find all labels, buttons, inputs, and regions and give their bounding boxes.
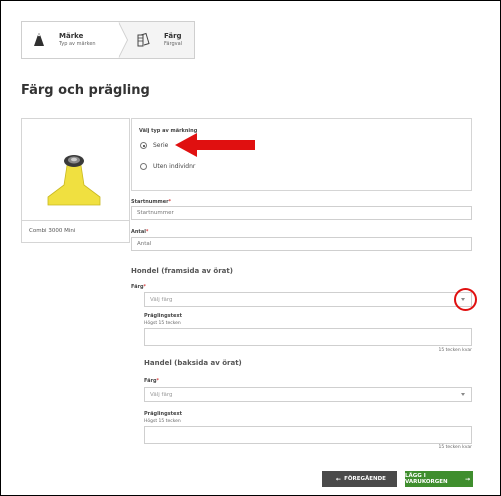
front-text-label: Präglingstext [144,313,183,319]
ear-tag-icon [34,33,44,46]
screenshot-frame: Märke Typ av märken Färg Färgval Färg oc… [0,0,501,496]
startnummer-label: Startnummer* [131,199,172,205]
select-value: Välj färg [150,297,173,303]
red-circle-annotation [454,288,477,311]
back-section-title: Handel (baksida av örat) [144,359,242,367]
product-card: Combi 3000 Mini [21,118,130,243]
arrow-left-icon: ← [336,475,342,483]
startnummer-input[interactable] [131,206,472,220]
red-arrow-annotation [175,133,255,157]
antal-label: Antal* [131,229,149,235]
front-text-hint: Högst 15 tecken [144,321,181,326]
step-progress: Märke Typ av märken Färg Färgval [21,21,195,59]
radio-uten-individnr[interactable]: Uten individnr [140,163,195,170]
add-to-cart-button[interactable]: LÄGG I VARUKORGEN → [405,471,473,487]
back-text-label: Präglingstext [144,411,183,417]
front-remaining-count: 15 tecken kvar [438,348,472,353]
front-color-select[interactable]: Välj färg [144,292,472,307]
step-marke[interactable]: Märke Typ av märken [22,22,128,58]
step-farg[interactable]: Färg Färgval [118,22,194,58]
back-remaining-count: 15 tecken kvar [438,445,472,450]
back-color-select[interactable]: Välj färg [144,387,472,402]
color-swatch-icon [137,32,150,47]
antal-input[interactable] [131,237,472,251]
radio-label: Uten individnr [153,163,196,170]
select-value: Välj färg [150,392,173,398]
back-text-hint: Högst 15 tecken [144,419,181,424]
front-section-title: Hondel (framsida av örat) [131,267,233,275]
radio-unchecked-icon [140,163,147,170]
step-title: Märke [59,32,84,40]
front-color-label: Färg* [131,284,147,290]
radio-serie[interactable]: Serie [140,142,168,149]
chevron-down-icon [461,393,465,396]
back-color-label: Färg* [144,378,160,384]
previous-button[interactable]: ← FÖREGÅENDE [322,471,397,487]
step-subtitle: Typ av märken [59,41,96,47]
front-text-input[interactable] [144,328,472,346]
arrow-right-icon: → [464,475,470,483]
radio-checked-icon [140,142,147,149]
radio-label: Serie [153,142,169,149]
product-name: Combi 3000 Mini [22,220,129,242]
page-title: Färg och prägling [21,83,150,98]
step-subtitle: Färgval [164,41,183,47]
ear-tag-product-image [47,155,101,206]
back-text-input[interactable] [144,426,472,444]
step-title: Färg [164,32,182,40]
